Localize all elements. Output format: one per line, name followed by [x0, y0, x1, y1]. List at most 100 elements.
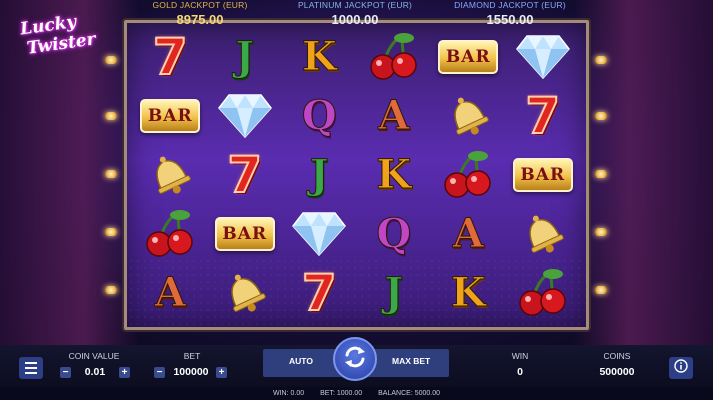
diamond-symbol [515, 34, 571, 80]
win-label: WIN [511, 351, 529, 361]
coin-value: 0.01 [84, 366, 106, 378]
q-symbol: Q [376, 210, 412, 258]
marquee-light [105, 56, 117, 64]
reel-cell [357, 27, 432, 86]
j-symbol: J [235, 32, 255, 80]
j-symbol: J [309, 150, 329, 198]
reel-cell: J [282, 145, 357, 204]
coin-value-label: COIN VALUE [68, 351, 120, 361]
gold-jackpot-label: GOLD JACKPOT (EUR) [152, 0, 248, 10]
reel-cell: 7 [506, 86, 581, 145]
a-symbol: A [378, 91, 410, 139]
reel-cell [282, 205, 357, 264]
bar-symbol: BAR [140, 98, 201, 133]
diamond-jackpot-value: 1550.00 [486, 12, 534, 27]
cherry-symbol [515, 268, 571, 318]
a-symbol: A [154, 269, 186, 317]
reel-cell [431, 145, 506, 204]
status-bet: BET: 1000.00 [320, 390, 363, 397]
spin-button[interactable] [333, 337, 377, 381]
reel-cell: Q [357, 205, 432, 264]
marquee-light [105, 286, 117, 294]
reel-cell: 7 [133, 27, 208, 86]
reel-cell: BAR [208, 205, 283, 264]
a-symbol: A [452, 210, 484, 258]
win-value: 0 [517, 366, 523, 378]
reel-cell: J [357, 264, 432, 323]
reel-cell: K [282, 27, 357, 86]
coins-value: 500000 [599, 366, 635, 378]
reel-cell: BAR [506, 145, 581, 204]
seven-symbol: 7 [152, 27, 189, 86]
reel-cell [506, 27, 581, 86]
cherry-symbol [440, 150, 496, 200]
reel-cell: K [431, 264, 506, 323]
gold-jackpot-value: 8975.00 [176, 12, 224, 27]
reel-cell: BAR [431, 27, 506, 86]
platinum-jackpot-label: PLATINUM JACKPOT (EUR) [297, 0, 413, 10]
platinum-jackpot-value: 1000.00 [331, 12, 379, 27]
coins-label: COINS [603, 351, 631, 361]
seven-symbol: 7 [301, 264, 338, 323]
bar-symbol: BAR [214, 217, 275, 252]
bell-symbol [440, 91, 496, 141]
reel-grid: 7 J K BAR BAR Q A 7 7 J K BAR BAR Q A A 7 J K [133, 27, 580, 323]
seven-symbol: 7 [226, 145, 263, 204]
coin-value-minus-button[interactable]: − [60, 367, 71, 378]
diamond-jackpot-label: DIAMOND JACKPOT (EUR) [454, 0, 566, 10]
reel-cell: 7 [208, 145, 283, 204]
marquee-light [595, 112, 607, 120]
bell-symbol [515, 209, 571, 259]
reel-cell [208, 86, 283, 145]
reel-cell: A [357, 86, 432, 145]
reel-cell [208, 264, 283, 323]
reel-cell: J [208, 27, 283, 86]
reel-cell [506, 205, 581, 264]
reel-cell [506, 264, 581, 323]
diamond-symbol [291, 211, 347, 257]
jackpot-bar: GOLD JACKPOT (EUR) 8975.00 PLATINUM JACK… [130, 0, 580, 30]
reel-cell: A [133, 264, 208, 323]
status-win: WIN: 0.00 [272, 390, 305, 397]
bet-value: 100000 [173, 366, 209, 378]
reel-cell: A [431, 205, 506, 264]
reel-cell [431, 86, 506, 145]
status-line: WIN: 0.00 BET: 1000.00 BALANCE: 5000.00 [0, 387, 713, 400]
hamburger-icon [25, 362, 37, 374]
j-symbol: J [384, 269, 404, 317]
reel-cell [133, 205, 208, 264]
refresh-arrows-icon [342, 344, 368, 375]
k-symbol: K [376, 150, 412, 198]
coin-value-plus-button[interactable]: + [119, 367, 130, 378]
auto-button[interactable]: AUTO [289, 356, 313, 366]
seven-symbol: 7 [524, 86, 561, 145]
bet-minus-button[interactable]: − [154, 367, 165, 378]
marquee-light [595, 170, 607, 178]
cherry-symbol [142, 209, 198, 259]
bar-symbol: BAR [438, 39, 499, 74]
bar-symbol: BAR [512, 157, 573, 192]
reel-frame: 7 J K BAR BAR Q A 7 7 J K BAR BAR Q A A 7 J K [124, 20, 589, 330]
bell-symbol [217, 268, 273, 318]
gold-jackpot: GOLD JACKPOT (EUR) 8975.00 [130, 0, 270, 30]
bet-label: BET [183, 351, 201, 361]
marquee-light [595, 56, 607, 64]
platinum-jackpot: PLATINUM JACKPOT (EUR) 1000.00 [285, 0, 425, 30]
max-bet-button[interactable]: MAX BET [392, 356, 430, 366]
reel-cell: 7 [282, 264, 357, 323]
menu-button[interactable] [19, 357, 43, 379]
k-symbol: K [450, 269, 486, 317]
reel-cell [133, 145, 208, 204]
info-icon [674, 358, 688, 378]
info-button[interactable] [669, 357, 693, 379]
marquee-light [105, 112, 117, 120]
marquee-light [595, 286, 607, 294]
bet-plus-button[interactable]: + [216, 367, 227, 378]
status-balance: BALANCE: 5000.00 [378, 390, 441, 397]
marquee-light [595, 228, 607, 236]
k-symbol: K [301, 32, 337, 80]
reel-cell: K [357, 145, 432, 204]
diamond-jackpot: DIAMOND JACKPOT (EUR) 1550.00 [440, 0, 580, 30]
reel-cell: Q [282, 86, 357, 145]
reel-cell: BAR [133, 86, 208, 145]
